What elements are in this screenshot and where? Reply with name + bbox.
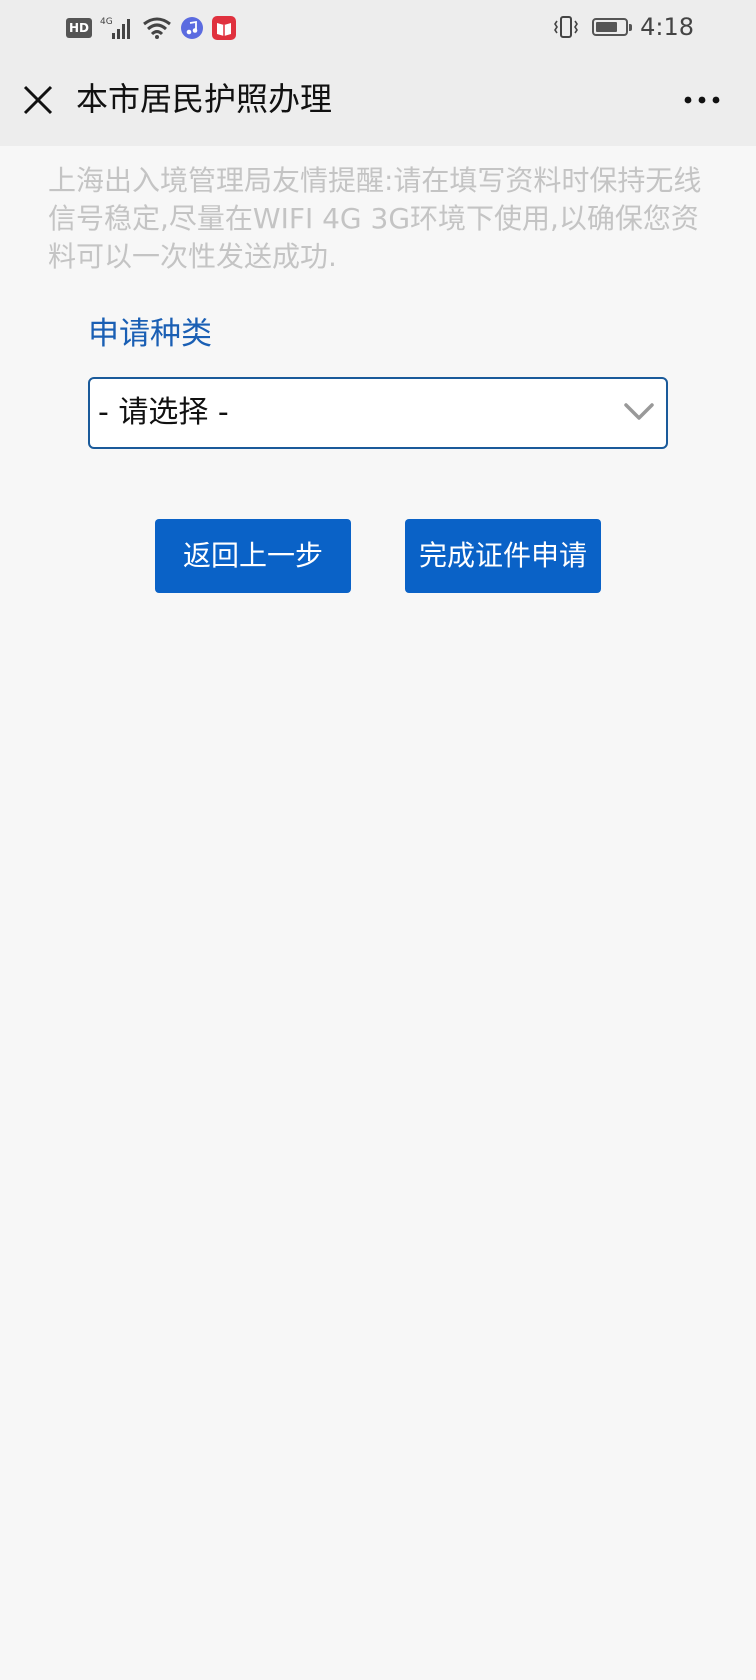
battery-icon — [592, 18, 633, 36]
application-type-select[interactable]: - 请选择 - — [88, 377, 668, 449]
nav-bar: 本市居民护照办理 — [0, 56, 756, 146]
vibrate-icon — [552, 15, 580, 39]
notice-text: 上海出入境管理局友情提醒:请在填写资料时保持无线信号稳定,尽量在WIFI 4G … — [48, 164, 702, 273]
page-title: 本市居民护照办理 — [76, 80, 333, 118]
battery-fill — [596, 22, 618, 32]
status-right: 4:18 — [552, 12, 694, 42]
wifi-icon — [142, 16, 172, 40]
chevron-down-icon — [624, 403, 654, 420]
network-type-label: 4G — [100, 17, 113, 27]
music-app-icon — [180, 16, 204, 40]
submit-application-button[interactable]: 完成证件申请 — [405, 519, 601, 593]
back-button[interactable]: 返回上一步 — [155, 519, 351, 593]
more-button[interactable] — [682, 90, 722, 110]
hd-icon: HD — [66, 18, 93, 38]
status-bar: HD 4G 4:18 — [0, 0, 756, 56]
signal-icon: 4G — [100, 15, 134, 41]
application-type-label: 申请种类 — [88, 316, 212, 352]
close-button[interactable] — [20, 82, 56, 118]
more-icon — [684, 96, 720, 104]
status-left: HD 4G — [66, 14, 237, 42]
select-value: - 请选择 - — [98, 395, 229, 430]
book-app-icon — [212, 16, 237, 40]
status-time: 4:18 — [640, 13, 694, 41]
close-icon — [23, 85, 53, 115]
